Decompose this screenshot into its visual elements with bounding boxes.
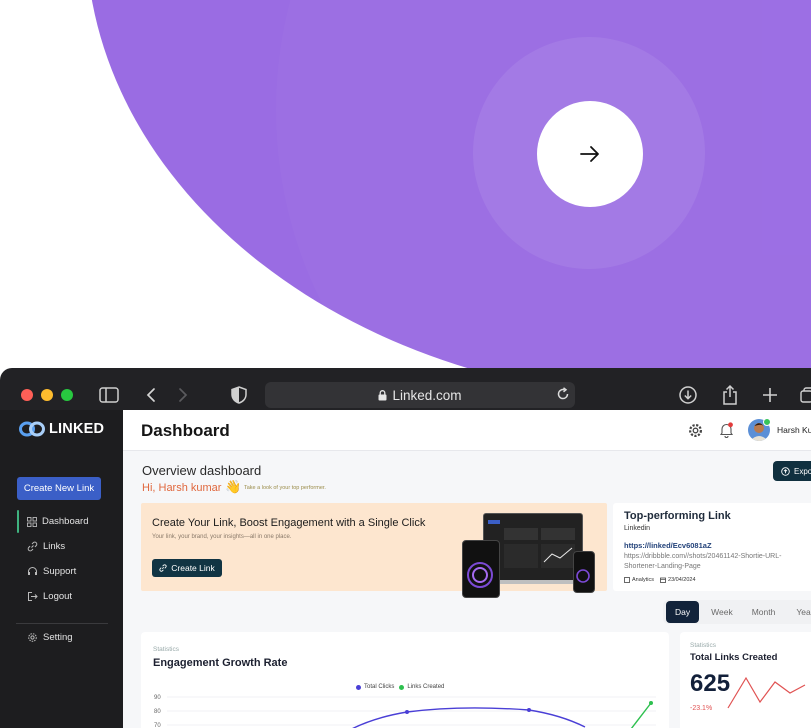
- top-link-meta: Analytics 23/04/2024: [624, 577, 702, 583]
- maximize-window-button[interactable]: [61, 389, 73, 401]
- create-link-button[interactable]: Create Link: [152, 559, 222, 577]
- total-links-sparkline: [727, 676, 806, 709]
- greeting-text: Hi, Harsh kumar: [142, 482, 222, 494]
- phone-mockup-image: [573, 551, 595, 593]
- data-point-clicks: [527, 708, 531, 712]
- download-icon[interactable]: [677, 384, 699, 406]
- overview-title: Overview dashboard: [142, 463, 262, 478]
- calendar-icon: [660, 577, 666, 583]
- sidebar-item-label: Setting: [43, 632, 73, 643]
- next-arrow-button[interactable]: [537, 101, 643, 207]
- y-tick-label: 70: [154, 723, 161, 728]
- link-icon: [27, 541, 38, 552]
- total-links-card: Statistics Total Links Created 625 -23.1…: [680, 632, 811, 728]
- settings-icon[interactable]: [688, 423, 703, 443]
- engagement-chart-card: Statistics Engagement Growth Rate Total …: [141, 632, 669, 728]
- logo-text: LINKED: [49, 421, 105, 437]
- sidebar: LINKED Create New Link Dashboard Links S…: [0, 410, 123, 728]
- grid-icon: [27, 516, 37, 527]
- y-tick-label: 90: [154, 695, 161, 701]
- sidebar-item-links[interactable]: Links: [27, 541, 65, 552]
- notification-bell-icon[interactable]: [719, 422, 734, 443]
- tab-year[interactable]: Yea: [796, 607, 810, 617]
- tab-week[interactable]: Week: [711, 607, 733, 617]
- sidebar-item-support[interactable]: Support: [27, 566, 76, 577]
- sidebar-item-label: Dashboard: [42, 516, 89, 527]
- top-link-source: Linkedin: [624, 525, 651, 532]
- promo-heading: Create Your Link, Boost Engagement with …: [152, 517, 426, 529]
- sidebar-toggle-icon[interactable]: [98, 384, 120, 406]
- tablet-mockup-image: [462, 540, 500, 598]
- active-indicator: [17, 510, 19, 533]
- data-point-clicks: [405, 710, 409, 714]
- engagement-line-chart: 90 80 70: [154, 695, 656, 728]
- series-links-created: [630, 702, 652, 728]
- infinity-logo-icon: [19, 421, 45, 437]
- tab-month[interactable]: Month: [752, 607, 776, 617]
- lock-icon: [378, 389, 387, 401]
- minimize-window-button[interactable]: [41, 389, 53, 401]
- analytics-icon: [624, 577, 630, 583]
- export-button[interactable]: Expo: [773, 461, 811, 481]
- logout-icon: [28, 592, 38, 601]
- shield-icon[interactable]: [228, 384, 250, 406]
- new-tab-icon[interactable]: [759, 384, 781, 406]
- tab-day[interactable]: Day: [666, 601, 700, 623]
- create-link-label: Create Link: [171, 563, 215, 573]
- sidebar-item-dashboard[interactable]: Dashboard: [27, 516, 88, 527]
- sidebar-item-setting[interactable]: Setting: [27, 632, 73, 643]
- reload-icon[interactable]: [555, 386, 571, 405]
- top-link-short-url[interactable]: https://linked/Ecv6081aZ: [624, 541, 712, 550]
- headset-icon: [28, 567, 37, 575]
- promo-subtext: Your link, your brand, your insights—all…: [152, 534, 292, 540]
- sidebar-item-label: Support: [43, 566, 77, 577]
- hero-banner: [0, 0, 811, 372]
- close-window-button[interactable]: [21, 389, 33, 401]
- sidebar-divider: [16, 623, 108, 624]
- top-bar: Dashboard Harsh Ku: [123, 410, 811, 451]
- link-icon: [159, 564, 167, 572]
- promo-card: Create Your Link, Boost Engagement with …: [141, 503, 607, 598]
- top-link-title: Top-performing Link: [624, 510, 731, 522]
- address-bar[interactable]: Linked.com: [265, 382, 575, 408]
- top-performing-link-card: Top-performing Link Linkedin https://lin…: [613, 503, 811, 591]
- gear-icon: [28, 633, 37, 642]
- top-link-date: 23/04/2024: [668, 577, 696, 583]
- share-icon[interactable]: [719, 384, 741, 406]
- sidebar-item-label: Logout: [43, 591, 73, 602]
- browser-window: Linked.com LINKED Create New Link Dashbo…: [0, 368, 811, 728]
- user-name: Harsh Ku: [777, 425, 811, 435]
- back-icon[interactable]: [140, 384, 162, 406]
- y-tick-label: 80: [154, 709, 161, 715]
- top-link-tag: Analytics: [632, 577, 655, 583]
- create-new-link-button[interactable]: Create New Link: [17, 477, 101, 500]
- top-link-long-url[interactable]: https://dribbble.com//shots/20461142-Sho…: [624, 552, 811, 572]
- period-tabs: Day Week Month Yea: [663, 600, 811, 624]
- sidebar-item-logout[interactable]: Logout: [27, 591, 72, 602]
- forward-icon[interactable]: [172, 384, 194, 406]
- page-title: Dashboard: [141, 421, 230, 440]
- tabs-overview-icon[interactable]: [797, 384, 811, 406]
- browser-toolbar: Linked.com: [0, 368, 811, 411]
- greeting-subtitle: Take a look of your top performer.: [244, 485, 326, 491]
- export-icon: [781, 466, 790, 476]
- export-label: Expo: [794, 466, 811, 476]
- arrow-right-icon: [580, 146, 599, 162]
- data-point-links: [649, 701, 653, 705]
- sidebar-item-label: Links: [43, 541, 66, 552]
- online-status-dot: [763, 418, 771, 426]
- main-content: Dashboard Harsh Ku Overview dashboard Hi…: [123, 410, 811, 728]
- app-logo[interactable]: LINKED: [19, 420, 104, 438]
- waving-hand-icon: 👋: [225, 479, 242, 494]
- url-text: Linked.com: [392, 387, 462, 403]
